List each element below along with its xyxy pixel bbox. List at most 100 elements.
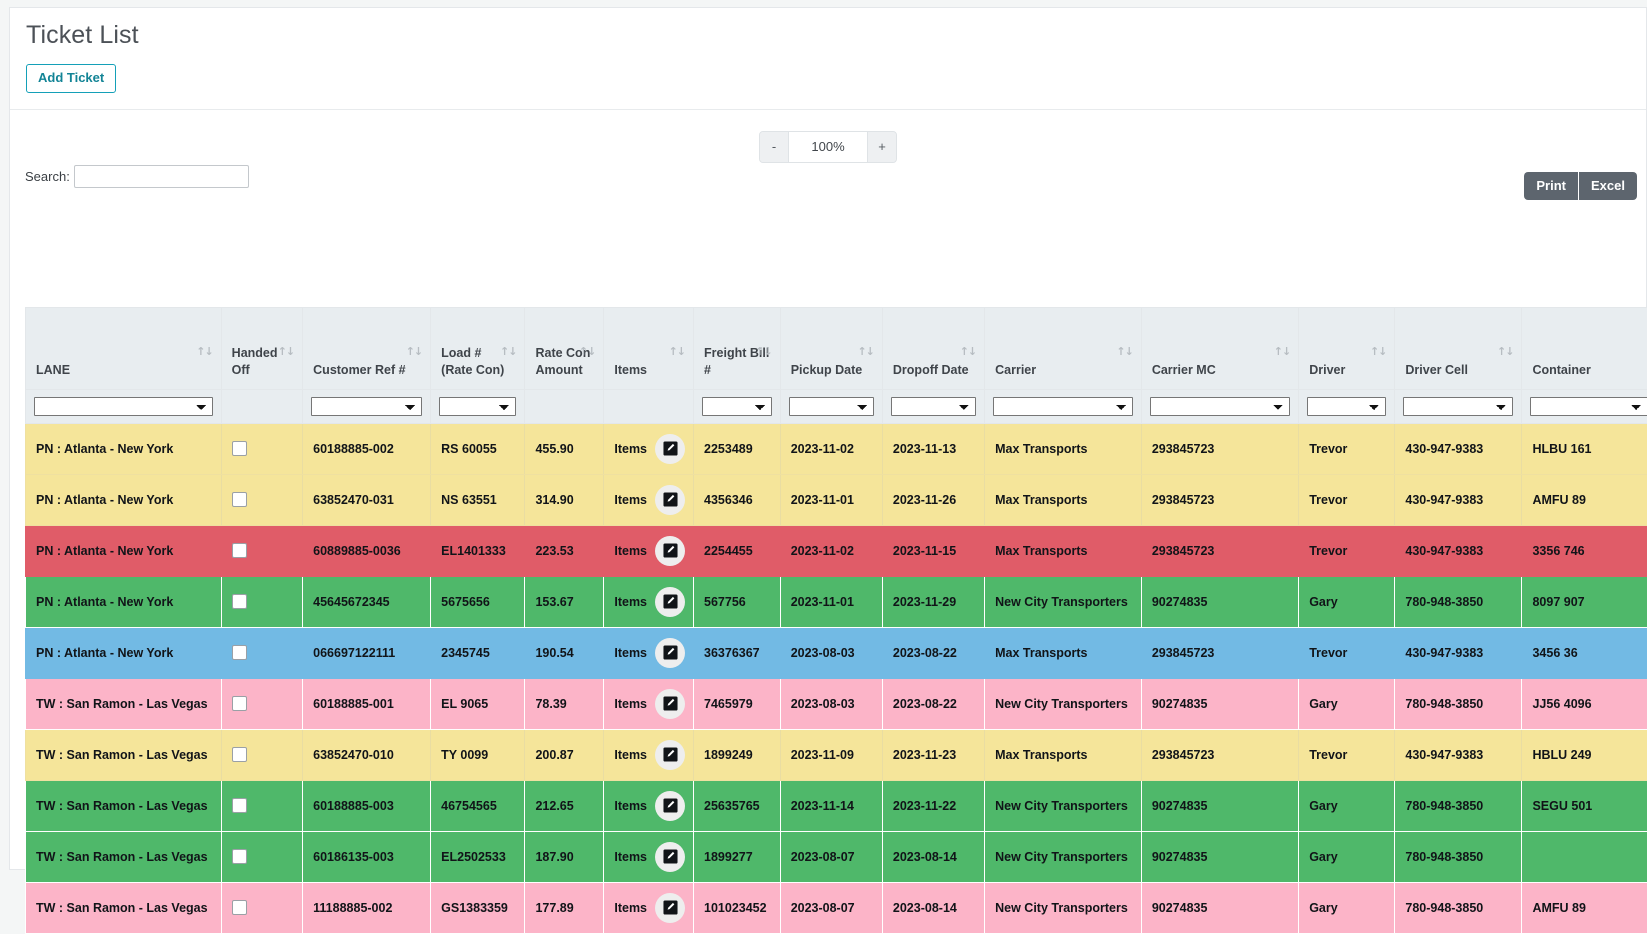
items-label: Items bbox=[614, 493, 647, 507]
handed-off-checkbox[interactable] bbox=[232, 747, 247, 762]
cell-freight-bill: 2253489 bbox=[694, 423, 781, 474]
handed-off-checkbox[interactable] bbox=[232, 645, 247, 660]
edit-square-icon[interactable] bbox=[655, 740, 685, 770]
edit-square-icon[interactable] bbox=[655, 791, 685, 821]
sort-updown-icon[interactable]: ↑↓ bbox=[1116, 345, 1132, 360]
filter-select-freight_bill[interactable] bbox=[702, 397, 772, 416]
column-header-lane[interactable]: LANE↑↓ bbox=[26, 307, 222, 389]
column-header-container[interactable]: Container bbox=[1522, 307, 1647, 389]
zoom-out-button[interactable]: - bbox=[760, 132, 789, 162]
cell-items: Items bbox=[604, 831, 694, 882]
table-row[interactable]: PN : Atlanta - New York60188885-002RS 60… bbox=[26, 423, 1647, 474]
handed-off-checkbox[interactable] bbox=[232, 594, 247, 609]
sort-updown-icon[interactable]: ↑↓ bbox=[669, 345, 685, 360]
edit-square-icon[interactable] bbox=[655, 587, 685, 617]
handed-off-checkbox[interactable] bbox=[232, 543, 247, 558]
print-button[interactable]: Print bbox=[1524, 172, 1578, 201]
card-header: Ticket List Add Ticket bbox=[10, 8, 1646, 110]
edit-square-icon[interactable] bbox=[655, 434, 685, 464]
sort-updown-icon[interactable]: ↑↓ bbox=[406, 345, 422, 360]
cell-rate-con-amount: 314.90 bbox=[525, 474, 604, 525]
table-row[interactable]: TW : San Ramon - Las Vegas11188885-002GS… bbox=[26, 882, 1647, 933]
column-header-dropoff_date[interactable]: Dropoff Date↑↓ bbox=[882, 307, 984, 389]
column-header-label: Customer Ref # bbox=[313, 363, 405, 377]
cell-lane: TW : San Ramon - Las Vegas bbox=[26, 729, 222, 780]
items-cell-inner: Items bbox=[614, 689, 683, 719]
cell-items: Items bbox=[604, 423, 694, 474]
excel-button[interactable]: Excel bbox=[1579, 172, 1637, 201]
table-row[interactable]: TW : San Ramon - Las Vegas60188885-001EL… bbox=[26, 678, 1647, 729]
table-row[interactable]: TW : San Ramon - Las Vegas60186135-003EL… bbox=[26, 831, 1647, 882]
cell-container bbox=[1522, 831, 1647, 882]
search-input[interactable] bbox=[74, 165, 249, 188]
filter-select-pickup_date[interactable] bbox=[789, 397, 874, 416]
column-header-handed_off[interactable]: Handed Off↑↓ bbox=[221, 307, 302, 389]
edit-square-icon[interactable] bbox=[655, 485, 685, 515]
filter-cell-carrier_mc bbox=[1141, 389, 1298, 423]
table-row[interactable]: PN : Atlanta - New York63852470-031NS 63… bbox=[26, 474, 1647, 525]
edit-square-icon[interactable] bbox=[655, 842, 685, 872]
column-header-load[interactable]: Load # (Rate Con)↑↓ bbox=[431, 307, 525, 389]
handed-off-checkbox[interactable] bbox=[232, 798, 247, 813]
cell-freight-bill: 4356346 bbox=[694, 474, 781, 525]
cell-handed-off bbox=[221, 729, 302, 780]
sort-updown-icon[interactable]: ↑↓ bbox=[1274, 345, 1290, 360]
edit-square-icon[interactable] bbox=[655, 689, 685, 719]
sort-updown-icon[interactable]: ↑↓ bbox=[196, 345, 212, 360]
sort-updown-icon[interactable]: ↑↓ bbox=[1497, 345, 1513, 360]
filter-select-carrier_mc[interactable] bbox=[1150, 397, 1290, 416]
sort-updown-icon[interactable]: ↑↓ bbox=[579, 345, 595, 360]
cell-driver-cell: 780-948-3850 bbox=[1395, 882, 1522, 933]
edit-square-icon[interactable] bbox=[655, 536, 685, 566]
cell-driver: Gary bbox=[1299, 831, 1395, 882]
table-row[interactable]: PN : Atlanta - New York06669712211123457… bbox=[26, 627, 1647, 678]
filter-select-dropoff_date[interactable] bbox=[891, 397, 976, 416]
sort-updown-icon[interactable]: ↑↓ bbox=[857, 345, 873, 360]
sort-updown-icon[interactable]: ↑↓ bbox=[1370, 345, 1386, 360]
cell-driver: Gary bbox=[1299, 678, 1395, 729]
cell-dropoff-date: 2023-11-23 bbox=[882, 729, 984, 780]
filter-select-customer_ref[interactable] bbox=[311, 397, 422, 416]
column-header-driver_cell[interactable]: Driver Cell↑↓ bbox=[1395, 307, 1522, 389]
column-header-label: Carrier MC bbox=[1152, 363, 1216, 377]
handed-off-checkbox[interactable] bbox=[232, 900, 247, 915]
filter-select-container[interactable] bbox=[1530, 397, 1647, 416]
sort-updown-icon[interactable]: ↑↓ bbox=[755, 345, 771, 360]
add-ticket-button[interactable]: Add Ticket bbox=[26, 64, 116, 93]
column-header-carrier_mc[interactable]: Carrier MC ↑↓ bbox=[1141, 307, 1298, 389]
zoom-in-button[interactable]: + bbox=[867, 132, 896, 162]
handed-off-checkbox[interactable] bbox=[232, 441, 247, 456]
zoom-level-value[interactable]: 100% bbox=[789, 132, 867, 162]
items-label: Items bbox=[614, 748, 647, 762]
cell-carrier: Max Transports bbox=[985, 627, 1142, 678]
column-header-customer_ref[interactable]: Customer Ref #↑↓ bbox=[303, 307, 431, 389]
table-row[interactable]: PN : Atlanta - New York60889885-0036EL14… bbox=[26, 525, 1647, 576]
table-row[interactable]: PN : Atlanta - New York45645672345567565… bbox=[26, 576, 1647, 627]
filter-select-load[interactable] bbox=[439, 397, 516, 416]
sort-updown-icon[interactable]: ↑↓ bbox=[278, 345, 294, 360]
filter-select-lane[interactable] bbox=[34, 397, 213, 416]
column-header-carrier[interactable]: Carrier↑↓ bbox=[985, 307, 1142, 389]
column-header-pickup_date[interactable]: Pickup Date↑↓ bbox=[780, 307, 882, 389]
column-header-driver[interactable]: Driver↑↓ bbox=[1299, 307, 1395, 389]
handed-off-checkbox[interactable] bbox=[232, 696, 247, 711]
column-header-items[interactable]: Items↑↓ bbox=[604, 307, 694, 389]
filter-select-driver_cell[interactable] bbox=[1403, 397, 1513, 416]
column-header-rate_con_amount[interactable]: Rate Con Amount↑↓ bbox=[525, 307, 604, 389]
handed-off-checkbox[interactable] bbox=[232, 849, 247, 864]
handed-off-checkbox[interactable] bbox=[232, 492, 247, 507]
cell-freight-bill: 7465979 bbox=[694, 678, 781, 729]
sort-updown-icon[interactable]: ↑↓ bbox=[500, 345, 516, 360]
sort-updown-icon[interactable]: ↑↓ bbox=[960, 345, 976, 360]
filter-select-driver[interactable] bbox=[1307, 397, 1386, 416]
table-row[interactable]: TW : San Ramon - Las Vegas63852470-010TY… bbox=[26, 729, 1647, 780]
cell-rate-con-amount: 177.89 bbox=[525, 882, 604, 933]
edit-square-icon[interactable] bbox=[655, 893, 685, 923]
filter-select-carrier[interactable] bbox=[993, 397, 1133, 416]
cell-carrier-mc: 90274835 bbox=[1141, 678, 1298, 729]
column-header-freight_bill[interactable]: Freight Bill #↑↓ bbox=[694, 307, 781, 389]
table-row[interactable]: TW : San Ramon - Las Vegas60188885-00346… bbox=[26, 780, 1647, 831]
filter-cell-customer_ref bbox=[303, 389, 431, 423]
cell-rate-con-amount: 212.65 bbox=[525, 780, 604, 831]
edit-square-icon[interactable] bbox=[655, 638, 685, 668]
